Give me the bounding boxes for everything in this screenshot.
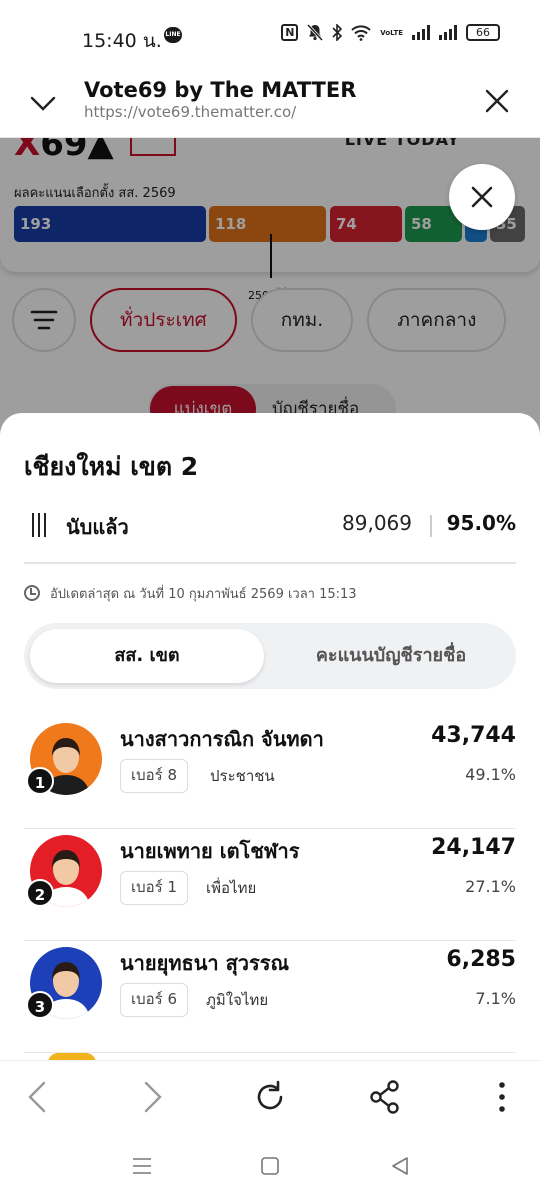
back-icon[interactable] [388,1154,412,1178]
candidate-row-peek [48,1053,96,1060]
divider [24,1052,516,1053]
counted-row: นับแล้ว 89,069 95.0% [24,509,516,543]
candidate-party: เพื่อไทย [206,879,257,897]
result-tabs: สส. เขต คะแนนบัญชีรายชื่อ [24,623,516,689]
candidate-row[interactable]: 3 นายยุทธนา สุวรรณเบอร์ 6 ภูมิใจไทย 6,285 7.… [24,941,516,1053]
counted-label: นับแล้ว [66,515,129,539]
tab-party-list-score[interactable]: คะแนนบัญชีรายชื่อ [272,629,510,683]
wifi-icon [351,24,371,41]
custom-tab-header: Vote69 by The MATTER https://vote69.them… [0,70,540,138]
line-app-icon: LINE [164,27,182,43]
counted-percent: 95.0% [446,511,516,535]
candidate-percent: 27.1% [465,877,516,896]
forward-arrow-icon[interactable] [132,1077,172,1117]
share-icon[interactable] [365,1077,405,1117]
status-time: 15:40 น. [82,30,162,52]
last-updated: อัปเดตล่าสุด ณ วันที่ 10 กุมภาพันธ์ 2569… [24,583,357,604]
page-url: https://vote69.thematter.co/ [84,103,297,121]
candidate-number: เบอร์ 8 [120,759,189,793]
signal-2-icon [439,25,457,40]
status-bar: 15:40 น. LINE N VoLTE 66 [0,0,540,70]
candidate-number: เบอร์ 1 [120,871,189,905]
rank-badge: 1 [26,767,54,795]
district-title: เชียงใหม่ เขต 2 [24,452,199,481]
candidate-number: เบอร์ 6 [120,983,189,1017]
candidate-votes: 24,147 [431,835,516,860]
back-arrow-icon[interactable] [18,1077,58,1117]
divider [24,562,516,564]
candidate-row[interactable]: 2 นายเพทาย เตโชฬารเบอร์ 1 เพื่อไทย 24,147 27… [24,829,516,941]
candidate-name: นางสาวการณิก จันทดา [120,727,324,751]
more-options-icon[interactable] [482,1077,522,1117]
tab-constituency-mp[interactable]: สส. เขต [30,629,264,683]
status-icons: N VoLTE 66 [281,24,500,41]
bluetooth-icon [332,24,343,41]
reload-icon[interactable] [250,1077,290,1117]
nfc-icon: N [281,24,299,41]
candidate-party: ภูมิใจไทย [206,991,269,1009]
candidate-name: นายเพทาย เตโชฬาร [120,839,300,863]
clock-icon [24,585,40,601]
candidate-name: นายยุทธนา สุวรรณ [120,951,290,975]
divider [430,515,432,537]
chevron-down-icon[interactable] [28,88,58,118]
volte-icon: VoLTE [380,28,403,37]
close-button[interactable] [449,164,515,230]
page-title: Vote69 by The MATTER [84,78,357,102]
district-result-sheet: เชียงใหม่ เขต 2 นับแล้ว 89,069 95.0% อัป… [0,413,540,1060]
signal-1-icon [412,25,430,40]
rank-badge: 2 [26,879,54,907]
candidate-party: ประชาชน [210,767,275,785]
candidate-votes: 43,744 [431,723,516,748]
close-icon[interactable] [482,86,512,116]
browser-toolbar [0,1060,540,1132]
home-icon[interactable] [258,1154,282,1178]
mute-bell-icon [307,24,324,41]
candidate-percent: 7.1% [475,989,516,1008]
battery-icon: 66 [466,24,500,41]
candidate-percent: 49.1% [465,765,516,784]
counted-votes: 89,069 [342,511,412,535]
recent-apps-icon[interactable] [130,1154,154,1178]
candidate-row[interactable]: 1 นางสาวการณิก จันทดาเบอร์ 8 ประชาชน 43,744… [24,717,516,829]
rank-badge: 3 [26,991,54,1019]
tally-icon [32,513,46,537]
system-nav-bar [0,1132,540,1199]
candidate-votes: 6,285 [446,947,516,972]
